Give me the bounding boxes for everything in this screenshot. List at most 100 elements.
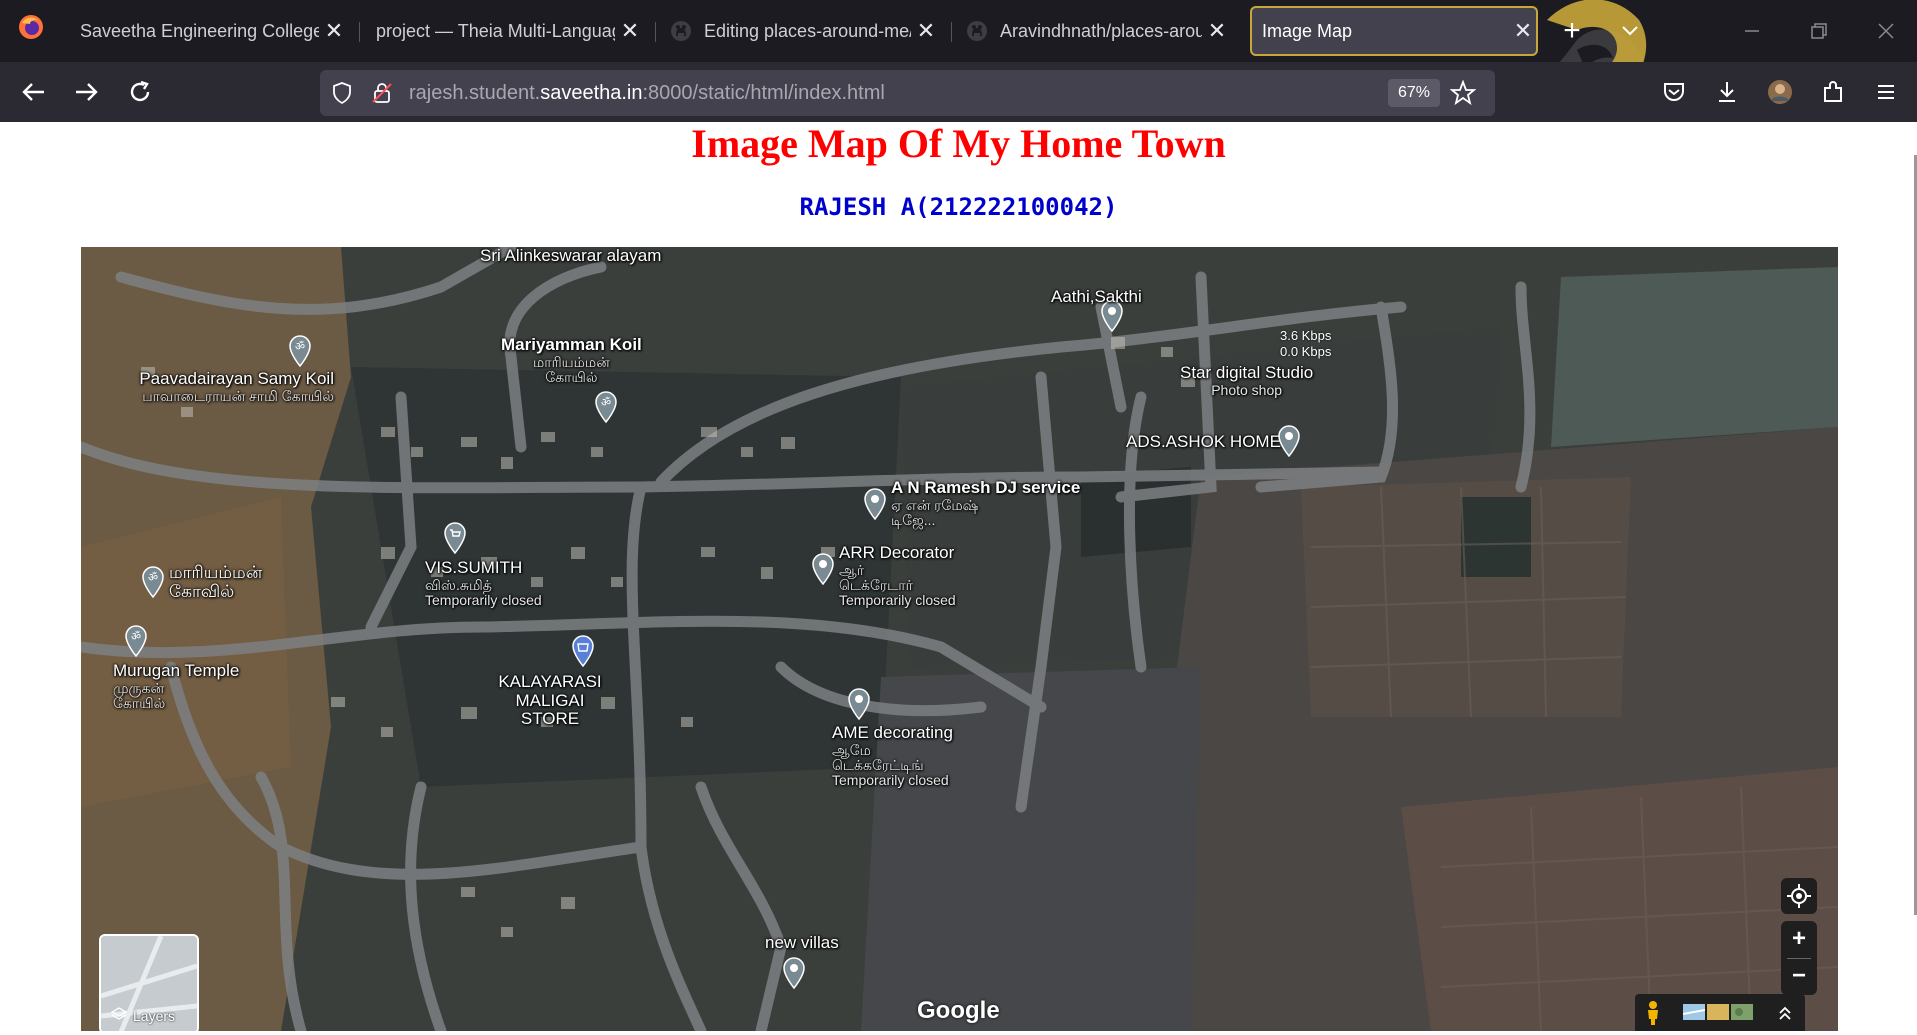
github-icon bbox=[967, 21, 987, 41]
insecure-lock-icon[interactable] bbox=[370, 81, 394, 105]
zoom-out-button[interactable]: − bbox=[1781, 958, 1817, 995]
my-location-icon[interactable] bbox=[1781, 878, 1817, 914]
place-name: Sri Alinkeswarar alayam bbox=[480, 247, 662, 265]
map-type-thumbnail[interactable] bbox=[1683, 1004, 1705, 1020]
place-label[interactable]: new villas bbox=[765, 933, 839, 953]
place-name: Aathi,Sakthi bbox=[1051, 287, 1142, 306]
reload-icon[interactable] bbox=[124, 76, 156, 108]
layers-label: Layers bbox=[133, 1008, 176, 1024]
tab-close-icon[interactable]: ✕ bbox=[911, 18, 941, 44]
place-label[interactable]: ADS.ASHOK HOME bbox=[1126, 432, 1281, 452]
close-window-icon[interactable] bbox=[1871, 16, 1901, 46]
url-bar[interactable]: rajesh.student.saveetha.in:8000/static/h… bbox=[320, 70, 1495, 116]
tab-close-icon[interactable]: ✕ bbox=[1202, 18, 1232, 44]
place-subtitle: முருகன் கோயில் bbox=[113, 679, 166, 712]
tab-editing-github[interactable]: Editing places-around-me/I ✕ bbox=[656, 6, 941, 56]
double-chevron-up-icon[interactable] bbox=[1775, 1003, 1795, 1023]
tab-close-icon[interactable]: ✕ bbox=[1508, 18, 1538, 44]
tab-saveetha[interactable]: Saveetha Engineering College ✕ bbox=[64, 6, 349, 56]
tab-bar: Saveetha Engineering College ✕ project —… bbox=[0, 0, 1917, 62]
new-tab-button[interactable]: + bbox=[1555, 14, 1589, 48]
place-name: ARR Decorator bbox=[839, 543, 955, 562]
temple-pin-icon[interactable]: ॐ bbox=[288, 335, 312, 367]
tab-image-map[interactable]: Image Map ✕ bbox=[1250, 6, 1538, 56]
map-pin-icon[interactable] bbox=[811, 553, 835, 585]
forward-arrow-icon[interactable] bbox=[70, 76, 102, 108]
extensions-icon[interactable] bbox=[1817, 76, 1849, 108]
pegman-street-view-icon[interactable] bbox=[1643, 1000, 1663, 1026]
zoom-level-badge[interactable]: 67% bbox=[1388, 79, 1441, 107]
github-icon bbox=[671, 21, 691, 41]
shopping-cart-pin-icon[interactable] bbox=[443, 522, 467, 554]
layers-icon bbox=[111, 1007, 127, 1020]
zoom-controls: + − bbox=[1781, 921, 1817, 995]
tab-theia-project[interactable]: project — Theia Multi-Language ✕ bbox=[360, 6, 645, 56]
tab-label: Aravindhnath/places-around bbox=[1000, 20, 1202, 41]
minimize-icon[interactable] bbox=[1737, 16, 1767, 46]
place-label[interactable]: Star digital Studio Photo shop bbox=[1180, 363, 1313, 398]
page-title: Image Map Of My Home Town bbox=[691, 121, 1226, 166]
map-pin-icon[interactable] bbox=[1277, 425, 1301, 457]
temple-pin-icon[interactable]: ॐ bbox=[124, 625, 148, 657]
upload-speed: 3.6 Kbps bbox=[1280, 328, 1332, 343]
downloads-icon[interactable] bbox=[1711, 76, 1743, 108]
pocket-icon[interactable] bbox=[1658, 76, 1690, 108]
place-name: new villas bbox=[765, 933, 839, 952]
temple-pin-icon[interactable]: ॐ bbox=[141, 566, 165, 598]
tab-close-icon[interactable]: ✕ bbox=[319, 18, 349, 44]
place-label[interactable]: KALAYARASI MALIGAI STORE bbox=[485, 672, 615, 729]
restore-icon[interactable] bbox=[1804, 16, 1834, 46]
place-subtitle: Photo shop bbox=[1211, 381, 1283, 398]
place-status: Temporarily closed bbox=[425, 592, 542, 609]
student-name-id: RAJESH A(212222100042) bbox=[799, 193, 1118, 221]
navigation-toolbar: rajesh.student.saveetha.in:8000/static/h… bbox=[0, 62, 1917, 122]
place-label[interactable]: AME decorating ஆமே டெக்கரேட்டிங் Tempora… bbox=[832, 723, 953, 789]
svg-text:ॐ: ॐ bbox=[148, 571, 158, 584]
tab-close-icon[interactable]: ✕ bbox=[615, 18, 645, 44]
menu-hamburger-icon[interactable] bbox=[1870, 76, 1902, 108]
place-subtitle: விஸ்.சுமித் bbox=[425, 576, 492, 593]
zoom-in-button[interactable]: + bbox=[1781, 921, 1817, 958]
place-label[interactable]: Aathi,Sakthi bbox=[1051, 287, 1142, 307]
bookmark-star-icon[interactable] bbox=[1450, 80, 1476, 106]
url-text[interactable]: rajesh.student.saveetha.in:8000/static/h… bbox=[409, 82, 885, 105]
place-subtitle: ஆமே டெக்கரேட்டிங் bbox=[832, 741, 924, 774]
url-host: saveetha.in bbox=[540, 82, 643, 104]
store-pin-icon[interactable] bbox=[571, 635, 595, 667]
place-label[interactable]: ARR Decorator ஆர் டெக்ரேடார் Temporarily… bbox=[839, 543, 956, 609]
temple-pin-icon[interactable]: ॐ bbox=[594, 391, 618, 423]
svg-text:ॐ: ॐ bbox=[601, 396, 611, 409]
place-label[interactable]: Mariyamman Koil மாரியம்மன் கோயில் bbox=[501, 335, 642, 385]
place-subtitle: ஆர் டெக்ரேடார் bbox=[839, 561, 913, 594]
map-pin-icon[interactable] bbox=[782, 957, 806, 989]
terrain-type-thumbnail[interactable] bbox=[1707, 1004, 1729, 1020]
place-name: KALAYARASI MALIGAI STORE bbox=[498, 672, 602, 729]
satellite-type-thumbnail[interactable] bbox=[1731, 1004, 1753, 1020]
back-arrow-icon[interactable] bbox=[18, 76, 50, 108]
map-pin-icon[interactable] bbox=[847, 688, 871, 720]
svg-text:ॐ: ॐ bbox=[131, 630, 141, 643]
place-label[interactable]: Murugan Temple முருகன் கோயில் bbox=[113, 661, 240, 712]
firefox-logo-icon[interactable] bbox=[18, 14, 44, 40]
place-status: Temporarily closed bbox=[839, 592, 956, 609]
place-label[interactable]: Paavadairayan Samy Koil பாவாடைராயன் சாமி… bbox=[138, 369, 334, 404]
tab-label: Image Map bbox=[1262, 20, 1353, 41]
account-avatar-icon[interactable] bbox=[1764, 76, 1796, 108]
place-name: ADS.ASHOK HOME bbox=[1126, 432, 1281, 451]
shield-icon[interactable] bbox=[330, 81, 354, 105]
zoom-separator bbox=[1787, 958, 1811, 959]
layers-toggle-button[interactable]: Layers bbox=[99, 934, 199, 1031]
chevron-down-icon[interactable] bbox=[1615, 16, 1645, 46]
place-name: A N Ramesh DJ service bbox=[891, 478, 1081, 497]
place-label[interactable]: A N Ramesh DJ service ஏ என் ரமேஷ் டிஜே..… bbox=[891, 478, 1081, 528]
place-name: Murugan Temple bbox=[113, 661, 240, 680]
tab-github-repo[interactable]: Aravindhnath/places-around ✕ bbox=[952, 6, 1232, 56]
place-label[interactable]: மாரியம்மன் கோவில் bbox=[169, 563, 279, 601]
place-label[interactable]: Sri Alinkeswarar alayam bbox=[480, 247, 661, 266]
home-town-image-map[interactable]: Sri Alinkeswarar alayam Aathi,Sakthi Mar… bbox=[81, 247, 1838, 1031]
download-speed: 0.0 Kbps bbox=[1280, 344, 1332, 360]
map-pin-icon[interactable] bbox=[863, 488, 887, 520]
tab-label: Editing places-around-me/I bbox=[704, 20, 911, 41]
place-label[interactable]: VIS.SUMITH விஸ்.சுமித் Temporarily close… bbox=[425, 558, 542, 609]
svg-text:ॐ: ॐ bbox=[295, 340, 305, 353]
